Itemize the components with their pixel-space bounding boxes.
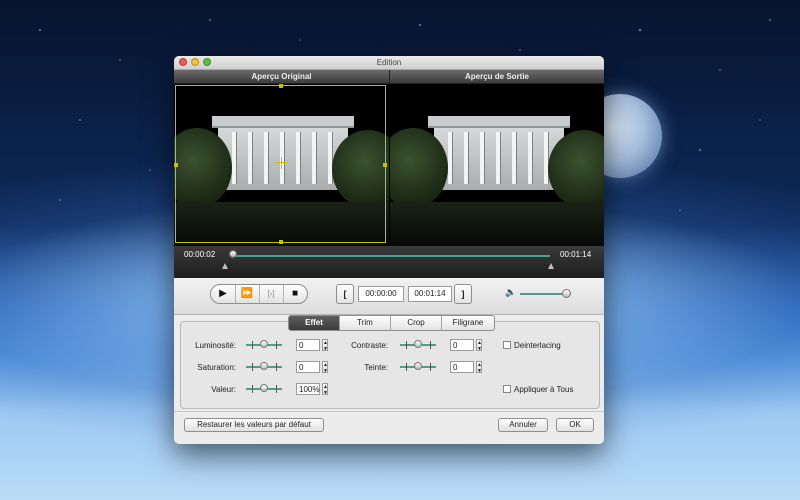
clip-button[interactable]: [›] (259, 285, 284, 303)
brightness-stepper[interactable]: ▲ ▼ (322, 339, 328, 352)
stop-button[interactable]: ■ (283, 285, 307, 303)
transport-group: ▶ ⏩ [›] ■ (210, 284, 308, 304)
volume-value-stepper[interactable]: ▲ ▼ (322, 383, 328, 396)
playback-controls: ▶ ⏩ [›] ■ [ 00:00:00 00:01:14 ] 🔈 (174, 278, 604, 315)
current-time: 00:00:02 (184, 250, 216, 259)
contrast-stepper[interactable]: ▲ ▼ (476, 339, 482, 352)
cancel-button[interactable]: Annuler (498, 418, 548, 432)
hue-slider[interactable] (400, 362, 436, 372)
window-title: Edition (376, 58, 402, 67)
apply-all-checkbox[interactable] (503, 385, 511, 393)
saturation-label: Saturation: (197, 363, 236, 372)
timeline-playhead[interactable] (229, 250, 237, 258)
brightness-label: Luminosité: (195, 341, 236, 350)
volume-value-field[interactable]: 100% (296, 383, 320, 395)
trim-end-marker[interactable] (548, 263, 554, 269)
brightness-field[interactable]: 0 (296, 339, 320, 351)
saturation-slider[interactable] (246, 362, 282, 372)
mark-in-button[interactable]: [ (336, 284, 354, 304)
tab-filigrane[interactable]: Filigrane (442, 316, 494, 330)
white-house-image (428, 116, 570, 190)
original-preview[interactable] (174, 84, 389, 246)
start-time-field[interactable]: 00:00:00 (358, 286, 404, 302)
output-preview (390, 84, 604, 246)
saturation-field[interactable]: 0 (296, 361, 320, 373)
minimize-window-button[interactable] (191, 58, 199, 66)
contrast-slider[interactable] (400, 340, 436, 350)
timeline-bar: 00:00:02 00:01:14 (174, 246, 604, 278)
original-preview-label: Aperçu Original (174, 70, 390, 84)
volume-slider[interactable] (520, 293, 568, 295)
tab-trim[interactable]: Trim (340, 316, 391, 330)
end-time: 00:01:14 (560, 250, 592, 259)
deinterlacing-label: Deinterlacing (514, 341, 561, 350)
timeline-track[interactable] (232, 255, 550, 257)
tab-bar: Effet Trim Crop Filigrane (288, 315, 495, 331)
close-window-button[interactable] (179, 58, 187, 66)
preview-area: Aperçu Original Aperçu de Sortie (174, 70, 604, 246)
play-button[interactable]: ▶ (211, 285, 236, 303)
divider (174, 411, 604, 412)
brightness-slider[interactable] (246, 340, 282, 350)
hue-label: Teinte: (364, 363, 388, 372)
tab-crop[interactable]: Crop (391, 316, 442, 330)
trim-start-marker[interactable] (222, 263, 228, 269)
fast-forward-icon: ⏩ (240, 288, 254, 299)
play-icon: ▶ (219, 288, 227, 299)
contrast-field[interactable]: 0 (450, 339, 474, 351)
fast-forward-button[interactable]: ⏩ (235, 285, 260, 303)
hue-stepper[interactable]: ▲ ▼ (476, 361, 482, 374)
titlebar[interactable]: Edition (174, 56, 604, 70)
crosshair-icon (276, 162, 288, 163)
speaker-icon: 🔈 (505, 287, 517, 297)
zoom-window-button[interactable] (203, 58, 211, 66)
saturation-stepper[interactable]: ▲ ▼ (322, 361, 328, 374)
edition-window: Edition Aperçu Original Aperçu de Sortie (174, 56, 604, 444)
contrast-label: Contraste: (351, 341, 388, 350)
output-preview-label: Aperçu de Sortie (390, 70, 604, 84)
settings-panel (180, 321, 600, 409)
clip-icon: [›] (267, 289, 275, 298)
ok-button[interactable]: OK (556, 418, 594, 432)
mark-out-button[interactable]: ] (454, 284, 472, 304)
restore-defaults-button[interactable]: Restaurer les valeurs par défaut (184, 418, 324, 432)
apply-all-label: Appliquer à Tous (514, 385, 574, 394)
tab-effet[interactable]: Effet (289, 316, 340, 330)
stop-icon: ■ (291, 288, 299, 299)
hue-field[interactable]: 0 (450, 361, 474, 373)
deinterlacing-checkbox[interactable] (503, 341, 511, 349)
volume-knob[interactable] (562, 289, 571, 298)
volume-value-label: Valeur: (211, 385, 236, 394)
volume-value-slider[interactable] (246, 384, 282, 394)
stop-time-field[interactable]: 00:01:14 (408, 286, 452, 302)
